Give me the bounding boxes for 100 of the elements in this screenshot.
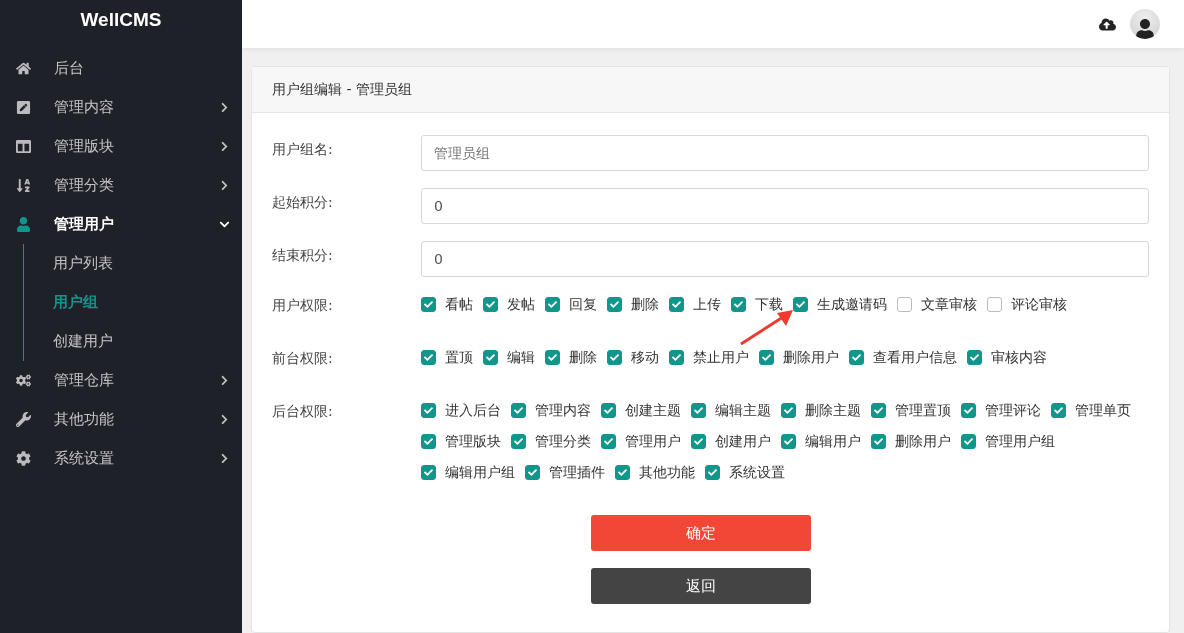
permission-checkbox[interactable]: 删除用户 xyxy=(759,347,839,368)
field-label: 用户权限: xyxy=(272,296,334,315)
check-icon xyxy=(548,353,557,362)
check-icon xyxy=(672,353,681,362)
check-icon xyxy=(604,437,613,446)
confirm-button[interactable]: 确定 xyxy=(590,515,811,551)
permission-checkbox[interactable]: 编辑用户 xyxy=(781,431,861,452)
permission-checkbox[interactable]: 置顶 xyxy=(421,347,473,368)
sidebar-item[interactable]: 后台 xyxy=(0,49,242,88)
input-field[interactable]: 0 xyxy=(421,188,1149,224)
permission-checkbox[interactable]: 管理用户 xyxy=(601,431,681,452)
check-icon xyxy=(734,300,743,309)
sidebar-subitem[interactable]: 创建用户 xyxy=(53,322,242,361)
check-icon xyxy=(874,437,883,446)
columns-icon xyxy=(16,139,31,154)
field-label: 起始积分: xyxy=(272,193,334,212)
check-icon xyxy=(424,300,433,309)
pencil-icon xyxy=(16,100,31,115)
gear-icon xyxy=(16,451,31,466)
sidebar-subitem[interactable]: 用户列表 xyxy=(53,244,242,283)
permission-checkbox[interactable]: 文章审核 xyxy=(897,294,977,315)
check-icon xyxy=(528,468,537,477)
check-icon xyxy=(852,353,861,362)
field-label: 后台权限: xyxy=(272,402,334,421)
wrench-icon xyxy=(16,412,31,427)
sidebar-item[interactable]: 管理内容 xyxy=(0,88,242,127)
field-label: 前台权限: xyxy=(272,349,334,368)
permission-checkbox[interactable]: 编辑用户组 xyxy=(421,462,515,483)
gears-icon xyxy=(16,373,31,388)
check-icon xyxy=(424,406,433,415)
logo: WellCMS xyxy=(79,8,163,32)
permission-checkbox[interactable]: 上传 xyxy=(669,294,721,315)
sidebar-item[interactable]: 管理用户 xyxy=(0,205,242,244)
check-icon xyxy=(514,406,523,415)
check-icon xyxy=(694,406,703,415)
check-icon xyxy=(1054,406,1063,415)
check-icon xyxy=(784,437,793,446)
permission-checkbox[interactable]: 移动 xyxy=(607,347,659,368)
sidebar-item[interactable]: 管理版块 xyxy=(0,127,242,166)
check-icon xyxy=(694,437,703,446)
check-icon xyxy=(970,353,979,362)
permission-checkbox[interactable]: 删除主题 xyxy=(781,400,861,421)
check-icon xyxy=(618,468,627,477)
user-icon xyxy=(16,217,31,232)
check-icon xyxy=(708,468,717,477)
permission-checkbox[interactable]: 下载 xyxy=(731,294,783,315)
permission-checkbox[interactable]: 评论审核 xyxy=(987,294,1067,315)
sidebar-item[interactable]: 管理仓库 xyxy=(0,361,242,400)
permission-checkbox[interactable]: 看帖 xyxy=(421,294,473,315)
sidebar-item[interactable]: 系统设置 xyxy=(0,439,242,478)
permission-checkbox[interactable]: 编辑主题 xyxy=(691,400,771,421)
check-icon xyxy=(486,300,495,309)
permission-checkbox[interactable]: 回复 xyxy=(545,294,597,315)
check-icon xyxy=(424,353,433,362)
sidebar-subitem[interactable]: 用户组 xyxy=(53,283,242,322)
permission-checkbox[interactable]: 管理内容 xyxy=(511,400,591,421)
permission-checkbox[interactable]: 进入后台 xyxy=(421,400,501,421)
permission-checkbox[interactable]: 生成邀请码 xyxy=(793,294,887,315)
field-label: 结束积分: xyxy=(272,246,334,265)
check-icon xyxy=(964,437,973,446)
permission-checkbox[interactable]: 审核内容 xyxy=(967,347,1047,368)
back-button[interactable]: 返回 xyxy=(590,568,811,604)
home-icon xyxy=(16,61,31,76)
sidebar-item[interactable]: 管理分类 xyxy=(0,166,242,205)
annotation-arrow xyxy=(740,310,793,345)
permission-checkbox[interactable]: 管理版块 xyxy=(421,431,501,452)
input-field[interactable]: 0 xyxy=(421,241,1149,277)
permission-checkbox[interactable]: 管理插件 xyxy=(525,462,605,483)
permission-checkbox[interactable]: 删除 xyxy=(607,294,659,315)
sidebar-item[interactable]: 其他功能 xyxy=(0,400,242,439)
permission-checkbox[interactable]: 发帖 xyxy=(483,294,535,315)
permission-checkbox[interactable]: 管理用户组 xyxy=(961,431,1055,452)
input-field[interactable]: 管理员组 xyxy=(421,135,1149,171)
check-icon xyxy=(424,437,433,446)
check-icon xyxy=(424,468,433,477)
permission-checkbox[interactable]: 查看用户信息 xyxy=(849,347,957,368)
check-icon xyxy=(610,300,619,309)
permission-checkbox[interactable]: 禁止用户 xyxy=(669,347,749,368)
check-icon xyxy=(672,300,681,309)
check-icon xyxy=(486,353,495,362)
check-icon xyxy=(784,406,793,415)
permission-checkbox[interactable]: 管理分类 xyxy=(511,431,591,452)
permission-checkbox[interactable]: 管理单页 xyxy=(1051,400,1131,421)
permission-checkbox[interactable]: 管理评论 xyxy=(961,400,1041,421)
check-icon xyxy=(604,406,613,415)
permission-checkbox[interactable]: 创建用户 xyxy=(691,431,771,452)
permission-checkbox[interactable]: 删除 xyxy=(545,347,597,368)
check-icon xyxy=(514,437,523,446)
permission-checkbox[interactable]: 编辑 xyxy=(483,347,535,368)
check-icon xyxy=(874,406,883,415)
permission-checkbox[interactable]: 创建主题 xyxy=(601,400,681,421)
check-icon xyxy=(762,353,771,362)
check-icon xyxy=(964,406,973,415)
permission-checkbox[interactable]: 系统设置 xyxy=(705,462,785,483)
permission-checkbox[interactable]: 管理置顶 xyxy=(871,400,951,421)
permission-checkbox[interactable]: 删除用户 xyxy=(871,431,951,452)
avatar[interactable] xyxy=(1130,9,1160,39)
check-icon xyxy=(548,300,557,309)
permission-checkbox[interactable]: 其他功能 xyxy=(615,462,695,483)
sort-icon xyxy=(16,178,31,193)
